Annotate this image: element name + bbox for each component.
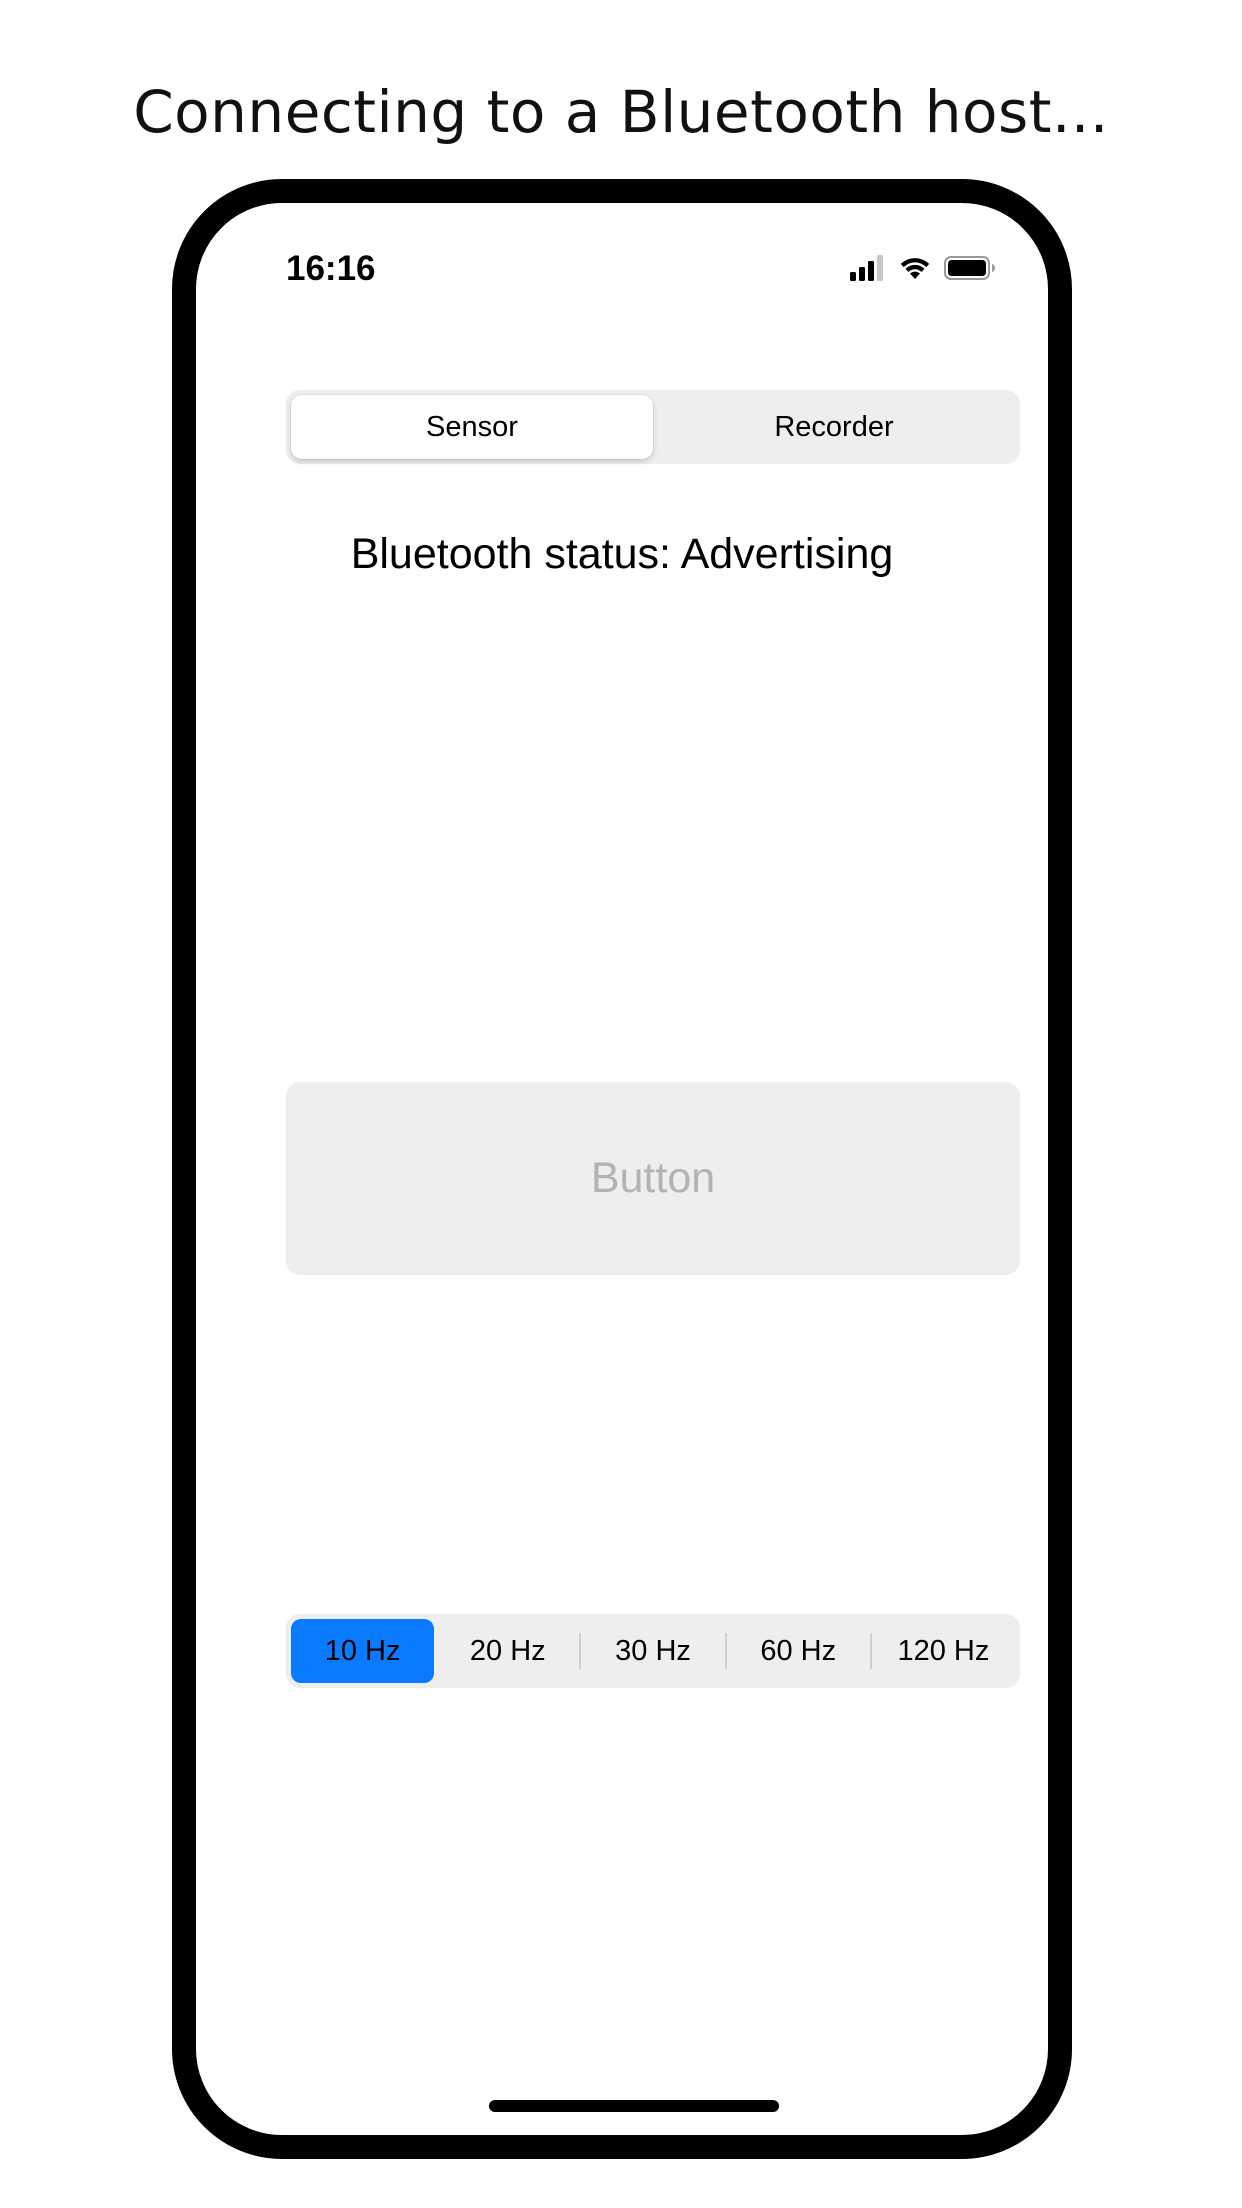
status-bar: 16:16 <box>196 203 1048 303</box>
cellular-signal-icon <box>850 255 886 286</box>
bluetooth-status-label: Bluetooth status: Advertising <box>350 530 894 578</box>
frequency-segmented-control: 10 Hz 20 Hz 30 Hz 60 Hz 120 Hz <box>286 1614 1020 1688</box>
frequency-option-10hz[interactable]: 10 Hz <box>291 1619 435 1683</box>
mode-segmented-control: Sensor Recorder <box>286 390 1020 464</box>
mode-option-sensor[interactable]: Sensor <box>291 395 653 459</box>
frequency-option-120hz[interactable]: 120 Hz <box>872 1619 1015 1683</box>
status-icons <box>850 255 996 286</box>
frequency-option-20hz[interactable]: 20 Hz <box>436 1619 579 1683</box>
frequency-option-60hz[interactable]: 60 Hz <box>727 1619 870 1683</box>
mode-option-recorder[interactable]: Recorder <box>653 395 1015 459</box>
wifi-icon <box>898 255 932 286</box>
phone-frame: 16:16 Sensor Recorder Bluetooth status: … <box>172 179 1072 2159</box>
frequency-option-30hz[interactable]: 30 Hz <box>581 1619 724 1683</box>
status-time: 16:16 <box>286 249 376 288</box>
battery-icon <box>944 255 996 286</box>
main-action-button[interactable]: Button <box>286 1082 1020 1275</box>
screen-caption: Connecting to a Bluetooth host... <box>133 78 1109 146</box>
home-indicator[interactable] <box>489 2100 779 2112</box>
